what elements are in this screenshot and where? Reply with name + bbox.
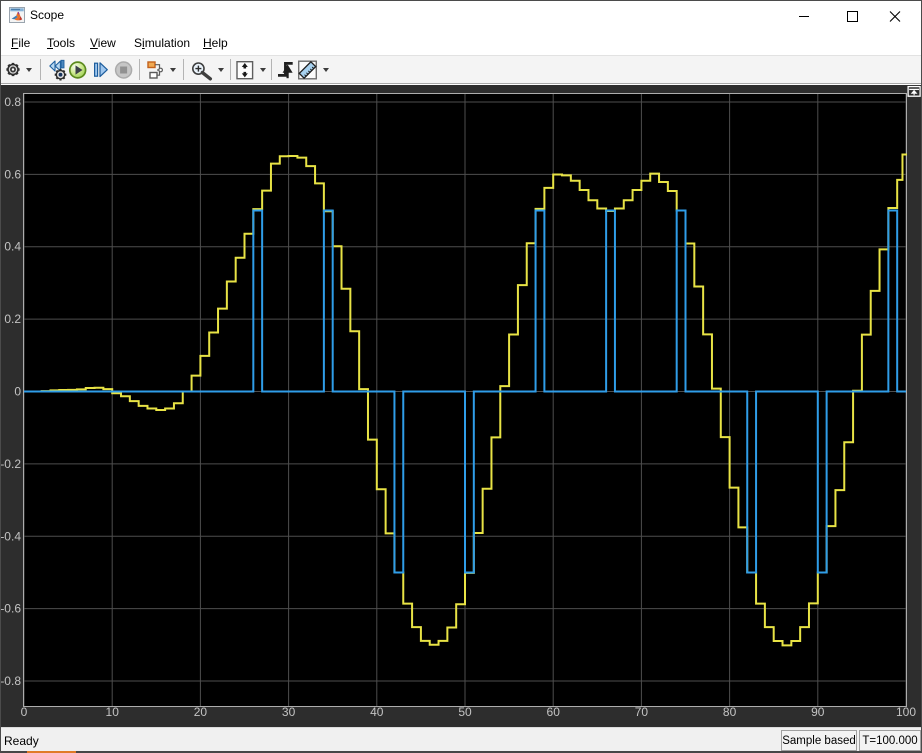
- svg-text:80: 80: [723, 705, 737, 719]
- svg-text:90: 90: [811, 705, 825, 719]
- svg-text:0.2: 0.2: [4, 312, 21, 326]
- svg-text:0.6: 0.6: [4, 167, 21, 181]
- svg-text:0: 0: [14, 385, 21, 399]
- svg-text:-0.6: -0.6: [1, 602, 21, 616]
- svg-text:40: 40: [370, 705, 384, 719]
- svg-text:-0.2: -0.2: [1, 457, 21, 471]
- svg-text:20: 20: [194, 705, 208, 719]
- svg-text:-0.8: -0.8: [1, 674, 21, 688]
- svg-text:30: 30: [282, 705, 296, 719]
- svg-text:60: 60: [547, 705, 561, 719]
- svg-text:0.4: 0.4: [4, 240, 21, 254]
- svg-text:-0.4: -0.4: [1, 529, 21, 543]
- svg-text:0.8: 0.8: [4, 95, 21, 109]
- svg-text:10: 10: [106, 705, 120, 719]
- svg-text:100: 100: [896, 705, 916, 719]
- svg-text:70: 70: [635, 705, 649, 719]
- svg-text:50: 50: [458, 705, 472, 719]
- svg-text:0: 0: [21, 705, 28, 719]
